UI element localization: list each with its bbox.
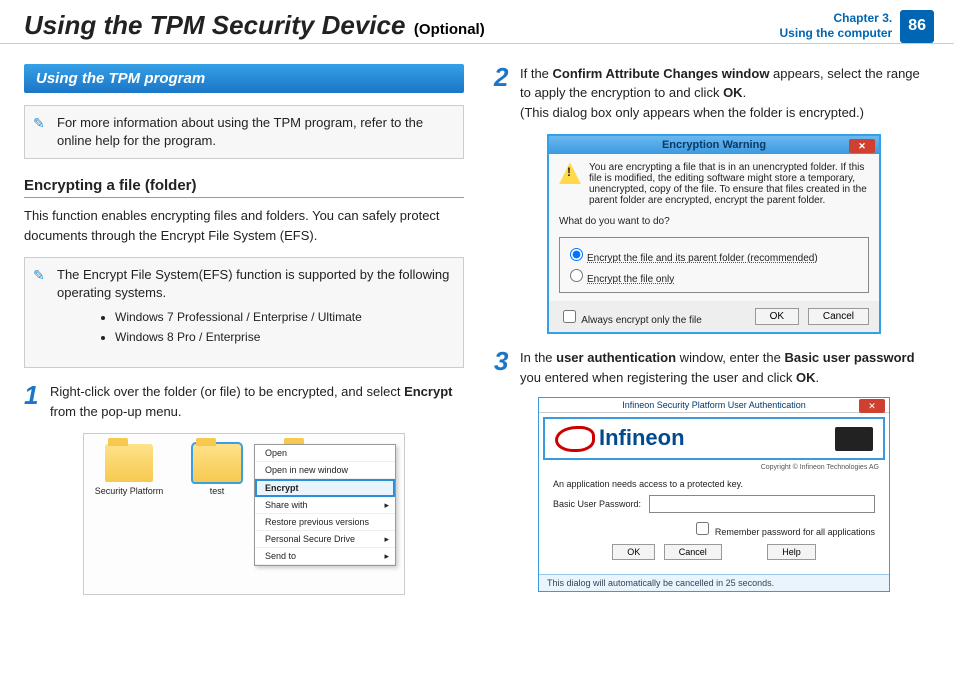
infineon-auth-dialog: Infineon Security Platform User Authenti… [538, 397, 890, 592]
section-heading: Using the TPM program [24, 64, 464, 93]
warning-icon [559, 162, 581, 184]
step-1: 1 Right-click over the folder (or file) … [24, 382, 464, 421]
auth-message: An application needs access to a protect… [553, 479, 875, 489]
radio-option-1[interactable]: Encrypt the file and its parent folder (… [565, 245, 863, 264]
note-icon: ✎ [33, 114, 45, 134]
ok-button[interactable]: OK [755, 308, 799, 325]
folder-item[interactable]: Security Platform [94, 444, 164, 496]
infineon-logo: Infineon [555, 425, 685, 452]
menu-encrypt[interactable]: Encrypt [255, 479, 395, 497]
help-button[interactable]: Help [767, 544, 816, 560]
step-3: 3 In the user authentication window, ent… [494, 348, 934, 387]
step-number: 2 [494, 64, 520, 123]
menu-share[interactable]: Share with [255, 497, 395, 514]
dialog-footer-text: This dialog will automatically be cancel… [539, 574, 889, 591]
remember-checkbox[interactable]: Remember password for all applications [692, 527, 875, 537]
page-header: Using the TPM Security Device (Optional)… [0, 0, 954, 44]
password-field[interactable] [649, 495, 875, 513]
chapter-block: Chapter 3. Using the computer 86 [780, 10, 934, 43]
dialog-titlebar: Infineon Security Platform User Authenti… [539, 398, 889, 413]
menu-restore[interactable]: Restore previous versions [255, 514, 395, 531]
folder-icon [193, 444, 241, 482]
checkbox-input[interactable] [563, 310, 576, 323]
menu-open[interactable]: Open [255, 445, 395, 462]
folder-label: test [182, 486, 252, 496]
note1-text: For more information about using the TPM… [57, 115, 423, 148]
intro-text: This function enables encrypting files a… [24, 206, 464, 245]
menu-send[interactable]: Send to [255, 548, 395, 565]
menu-open-new[interactable]: Open in new window [255, 462, 395, 479]
note-icon: ✎ [33, 266, 45, 286]
step-number: 3 [494, 348, 520, 387]
step-2: 2 If the Confirm Attribute Changes windo… [494, 64, 934, 123]
chapter-line1: Chapter 3. [780, 11, 893, 27]
dialog-question: What do you want to do? [559, 216, 869, 227]
title-suffix: (Optional) [414, 21, 485, 38]
left-column: Using the TPM program ✎ For more informa… [24, 64, 464, 595]
close-icon[interactable]: ✕ [859, 399, 885, 413]
encryption-warning-dialog: Encryption Warning ✕ You are encrypting … [547, 134, 881, 334]
page-title: Using the TPM Security Device (Optional) [24, 10, 485, 41]
explorer-screenshot: Security Platform test Open Open in new … [83, 433, 405, 595]
info-note-2: ✎ The Encrypt File System(EFS) function … [24, 257, 464, 368]
step2-note: (This dialog box only appears when the f… [520, 103, 934, 123]
cancel-button[interactable]: Cancel [808, 308, 869, 325]
os-item: Windows 8 Pro / Enterprise [115, 329, 453, 346]
os-item: Windows 7 Professional / Enterprise / Ul… [115, 309, 453, 326]
password-label: Basic User Password: [553, 499, 641, 509]
folder-label: Security Platform [94, 486, 164, 496]
folder-item-selected[interactable]: test [182, 444, 252, 496]
subheading-encrypting: Encrypting a file (folder) [24, 177, 464, 198]
copyright-text: Copyright © Infineon Technologies AG [539, 464, 889, 471]
right-column: 2 If the Confirm Attribute Changes windo… [494, 64, 934, 595]
radio-input[interactable] [570, 269, 583, 282]
radio-input[interactable] [570, 248, 583, 261]
step-number: 1 [24, 382, 50, 421]
note2-intro: The Encrypt File System(EFS) function is… [57, 267, 449, 300]
title-main: Using the TPM Security Device [24, 10, 405, 40]
dialog-message: You are encrypting a file that is in an … [589, 162, 869, 206]
radio-option-2[interactable]: Encrypt the file only [565, 266, 863, 285]
checkbox-input[interactable] [696, 522, 709, 535]
cancel-button[interactable]: Cancel [664, 544, 722, 560]
folder-icon [105, 444, 153, 482]
dialog-titlebar: Encryption Warning ✕ [549, 136, 879, 154]
dialog-title: Encryption Warning [662, 139, 766, 151]
page-number: 86 [900, 10, 934, 43]
info-note-1: ✎ For more information about using the T… [24, 105, 464, 159]
menu-psd[interactable]: Personal Secure Drive [255, 531, 395, 548]
always-checkbox[interactable]: Always encrypt only the file [559, 307, 702, 326]
chip-icon [835, 427, 873, 451]
chapter-line2: Using the computer [780, 26, 893, 42]
context-menu: Open Open in new window Encrypt Share wi… [254, 444, 396, 566]
close-icon[interactable]: ✕ [849, 139, 875, 153]
ok-button[interactable]: OK [612, 544, 655, 560]
dialog-title: Infineon Security Platform User Authenti… [622, 400, 806, 410]
